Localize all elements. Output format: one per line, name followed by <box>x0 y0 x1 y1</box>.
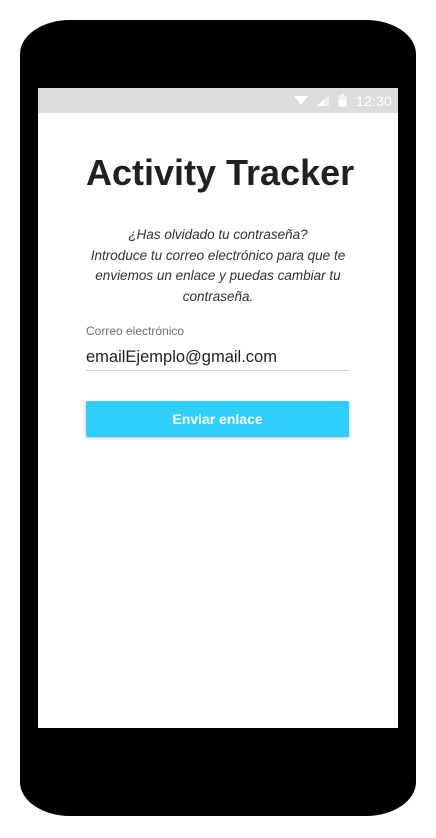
status-bar: 12:30 <box>38 88 398 113</box>
signal-icon <box>316 95 329 106</box>
app-title: Activity Tracker <box>86 152 355 193</box>
email-field-label: Correo electrónico <box>86 324 185 338</box>
wifi-icon <box>293 95 308 106</box>
status-time: 12:30 <box>355 92 392 109</box>
send-link-button[interactable]: Enviar enlace <box>86 401 349 437</box>
instructions-text: ¿Has olvidado tu contraseña? Introduce t… <box>78 225 358 307</box>
battery-icon <box>338 94 347 107</box>
status-icons: 12:30 <box>293 88 392 113</box>
phone-screen: 12:30 Activity Tracker ¿Has olvidado tu … <box>38 88 398 728</box>
instructions-line-2: enviemos un enlace y puedas cambiar tu <box>95 268 341 283</box>
instructions-line-1: Introduce tu correo electrónico para que… <box>90 247 346 263</box>
email-field[interactable] <box>86 344 349 371</box>
instructions-heading: ¿Has olvidado tu contraseña? <box>128 227 308 242</box>
instructions-line-3: contraseña. <box>182 288 254 304</box>
